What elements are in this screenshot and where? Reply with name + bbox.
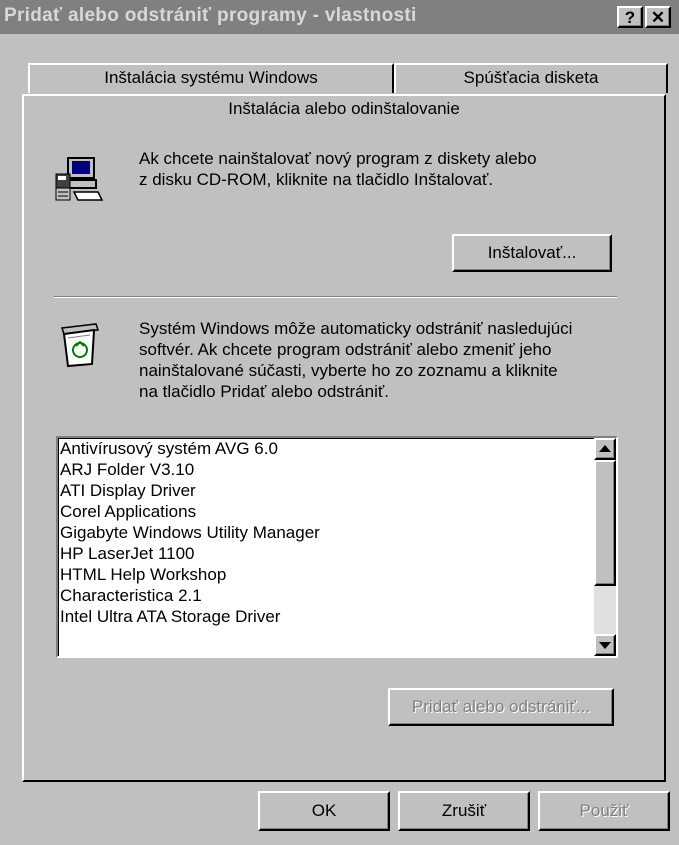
install-text-line1: Ak chcete nainštalovať nový program z di… xyxy=(139,149,537,168)
separator xyxy=(54,296,617,298)
ok-button[interactable]: OK xyxy=(258,791,390,831)
remove-text-line1: Systém Windows môže automaticky odstráni… xyxy=(139,319,573,338)
tab-startup-disk[interactable]: Spúšťacia disketa xyxy=(394,63,668,93)
close-button[interactable]: ✕ xyxy=(645,6,671,28)
cancel-button-label: Zrušiť xyxy=(441,801,487,820)
apply-button[interactable]: Použiť xyxy=(538,791,670,831)
scroll-down-button[interactable] xyxy=(594,634,616,656)
remove-text-line2: softvér. Ak chcete program odstrániť ale… xyxy=(139,340,552,359)
add-remove-button[interactable]: Pridať alebo odstrániť... xyxy=(388,688,614,726)
remove-text-line4: na tlačidlo Pridať alebo odstrániť. xyxy=(139,382,389,401)
ok-button-label: OK xyxy=(311,801,337,820)
tab-install-uninstall[interactable]: Inštalácia alebo odinštalovanie xyxy=(24,98,664,119)
add-remove-button-label: Pridať alebo odstrániť... xyxy=(411,697,591,716)
remove-text-line3: nainštalované súčasti, vyberte ho zo zoz… xyxy=(139,361,558,380)
arrow-up-icon xyxy=(599,445,611,452)
window-title: Pridať alebo odstrániť programy - vlastn… xyxy=(4,5,417,26)
help-button[interactable]: ? xyxy=(617,6,643,28)
arrow-down-icon xyxy=(599,642,611,649)
list-item[interactable]: HP LaserJet 1100 xyxy=(58,543,594,564)
list-item[interactable]: Antivírusový systém AVG 6.0 xyxy=(58,438,594,459)
tab-windows-setup[interactable]: Inštalácia systému Windows xyxy=(28,63,394,93)
apply-button-label: Použiť xyxy=(579,801,629,820)
list-item[interactable]: HTML Help Workshop xyxy=(58,564,594,585)
list-item[interactable]: Characteristica 2.1 xyxy=(58,585,594,606)
program-list[interactable]: Antivírusový systém AVG 6.0 ARJ Folder V… xyxy=(56,436,618,658)
list-item[interactable]: Intel Ultra ATA Storage Driver xyxy=(58,606,594,627)
list-item[interactable]: ATI Display Driver xyxy=(58,480,594,501)
tab-panel: Inštalácia alebo odinštalovanie Ak chcet… xyxy=(22,94,666,782)
install-text-line2: z disku CD-ROM, kliknite na tlačidlo Inš… xyxy=(139,170,494,189)
vertical-scrollbar[interactable] xyxy=(594,438,616,656)
scroll-thumb[interactable] xyxy=(594,460,616,586)
list-item[interactable]: Corel Applications xyxy=(58,501,594,522)
install-button[interactable]: Inštalovať... xyxy=(452,234,612,272)
close-icon: ✕ xyxy=(650,8,666,27)
properties-window: Pridať alebo odstrániť programy - vlastn… xyxy=(0,0,679,845)
title-bar[interactable]: Pridať alebo odstrániť programy - vlastn… xyxy=(0,0,679,34)
recycle-bin-icon xyxy=(56,320,102,368)
scroll-up-button[interactable] xyxy=(594,438,616,460)
program-list-items: Antivírusový systém AVG 6.0 ARJ Folder V… xyxy=(58,438,594,627)
list-item[interactable]: Gigabyte Windows Utility Manager xyxy=(58,522,594,543)
install-computer-icon xyxy=(54,156,104,204)
list-item[interactable]: ARJ Folder V3.10 xyxy=(58,459,594,480)
install-button-label: Inštalovať... xyxy=(487,243,577,262)
cancel-button[interactable]: Zrušiť xyxy=(398,791,530,831)
